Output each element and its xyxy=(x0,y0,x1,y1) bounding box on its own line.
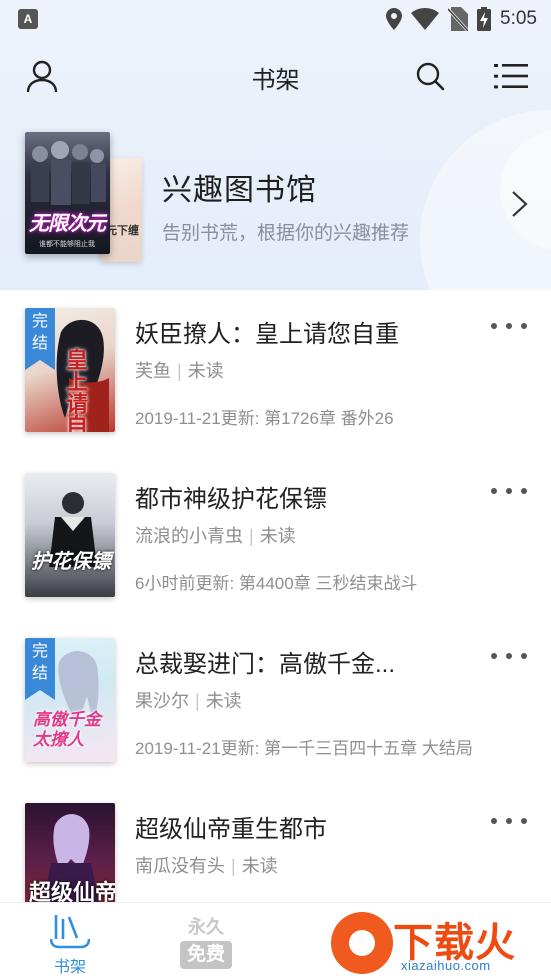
completed-badge: 完结 xyxy=(25,638,55,700)
book-meta: 芙鱼 | 未读 xyxy=(135,361,224,381)
more-dots-icon xyxy=(491,653,497,659)
more-options-button[interactable] xyxy=(491,813,527,829)
search-icon xyxy=(416,62,445,91)
book-title: 妖臣撩人：皇上请您自重 xyxy=(135,321,399,348)
book-cover: 完结 高傲千金太撩人 xyxy=(25,638,115,762)
book-meta: 流浪的小青虫 | 未读 xyxy=(135,526,296,546)
nav-label-bookshelf: 书架 xyxy=(53,959,86,976)
site-watermark: 下载火 xiazaihuo.com xyxy=(325,906,551,979)
more-options-button[interactable] xyxy=(491,648,527,664)
book-item[interactable]: 完结 高傲千金太撩人 总裁娶进门：高傲千金... 果沙尔 | 未读 2019-11-… xyxy=(0,620,551,785)
book-cover-front: 无限次元 谁都不能够阻止我 xyxy=(25,132,110,254)
read-status: 未读 xyxy=(241,856,278,876)
wifi-icon xyxy=(411,8,440,30)
book-title: 都市神级护花保镖 xyxy=(135,486,327,513)
completed-badge: 完结 xyxy=(25,308,55,370)
book-update: 2019-11-21更新: 第一千三百四十五章 大结局 xyxy=(135,739,473,758)
bookshelf-icon xyxy=(50,915,90,949)
location-icon xyxy=(386,8,403,30)
book-title: 总裁娶进门：高傲千金... xyxy=(135,651,396,678)
interest-library-banner[interactable]: 元下缠 无限次元 谁都不能够阻止我 兴趣图书馆 告别书荒，根据你的兴趣推荐 xyxy=(0,120,551,280)
status-time: 5:05 xyxy=(500,8,537,29)
book-title: 超级仙帝重生都市 xyxy=(135,816,327,843)
book-author: 芙鱼 xyxy=(135,361,171,381)
book-meta: 南瓜没有头 | 未读 xyxy=(135,856,278,876)
read-status: 未读 xyxy=(187,361,224,381)
book-item[interactable]: 护花保镖 都市神级护花保镖 流浪的小青虫 | 未读 6小时前更新: 第4400章 三… xyxy=(0,455,551,620)
book-meta: 果沙尔 | 未读 xyxy=(135,691,242,711)
read-status: 未读 xyxy=(259,526,296,546)
read-status: 未读 xyxy=(205,691,242,711)
book-author: 南瓜没有头 xyxy=(135,856,225,876)
status-icons: 5:05 xyxy=(386,6,537,32)
page-title: 书架 xyxy=(251,67,300,94)
status-bar: A 5:05 xyxy=(0,0,551,38)
app-notification-icon: A xyxy=(18,9,38,29)
more-dots-icon xyxy=(491,818,497,824)
book-cover: 完结 皇上请自重 xyxy=(25,308,115,432)
book-update: 6小时前更新: 第4400章 三秒结束战斗 xyxy=(135,574,418,593)
book-author: 流浪的小青虫 xyxy=(135,526,243,546)
nav-tab-free[interactable]: 永久 免费 xyxy=(178,913,234,973)
battery-charging-icon xyxy=(477,7,492,31)
cover-illustration xyxy=(49,492,97,567)
banner-title: 兴趣图书馆 xyxy=(162,174,317,207)
book-cover: 护花保镖 xyxy=(25,473,115,597)
more-dots-icon xyxy=(491,488,497,494)
cover-illustration xyxy=(31,141,106,205)
watermark-url: xiazaihuo.com xyxy=(401,958,491,973)
nav-tab-bookshelf[interactable]: 书架 xyxy=(40,911,100,976)
list-menu-icon xyxy=(494,64,528,89)
book-update: 2019-11-21更新: 第1726章 番外26 xyxy=(135,409,394,428)
menu-button[interactable] xyxy=(491,56,531,96)
app-bar: 书架 xyxy=(0,48,551,104)
banner-subtitle: 告别书荒，根据你的兴趣推荐 xyxy=(162,223,410,244)
no-sim-icon xyxy=(448,7,469,31)
book-item[interactable]: 完结 皇上请自重 妖臣撩人：皇上请您自重 芙鱼 | 未读 2019-11-21更新:… xyxy=(0,290,551,455)
cover-subtitle: 谁都不能够阻止我 xyxy=(39,241,95,248)
cover-title: 无限次元 xyxy=(29,213,106,235)
free-forever-top: 永久 xyxy=(188,917,224,937)
chevron-right-icon xyxy=(512,191,528,217)
more-dots-icon xyxy=(491,323,497,329)
search-button[interactable] xyxy=(410,56,450,96)
book-author: 果沙尔 xyxy=(135,691,189,711)
more-options-button[interactable] xyxy=(491,318,527,334)
free-forever-bottom: 免费 xyxy=(180,941,232,969)
more-options-button[interactable] xyxy=(491,483,527,499)
